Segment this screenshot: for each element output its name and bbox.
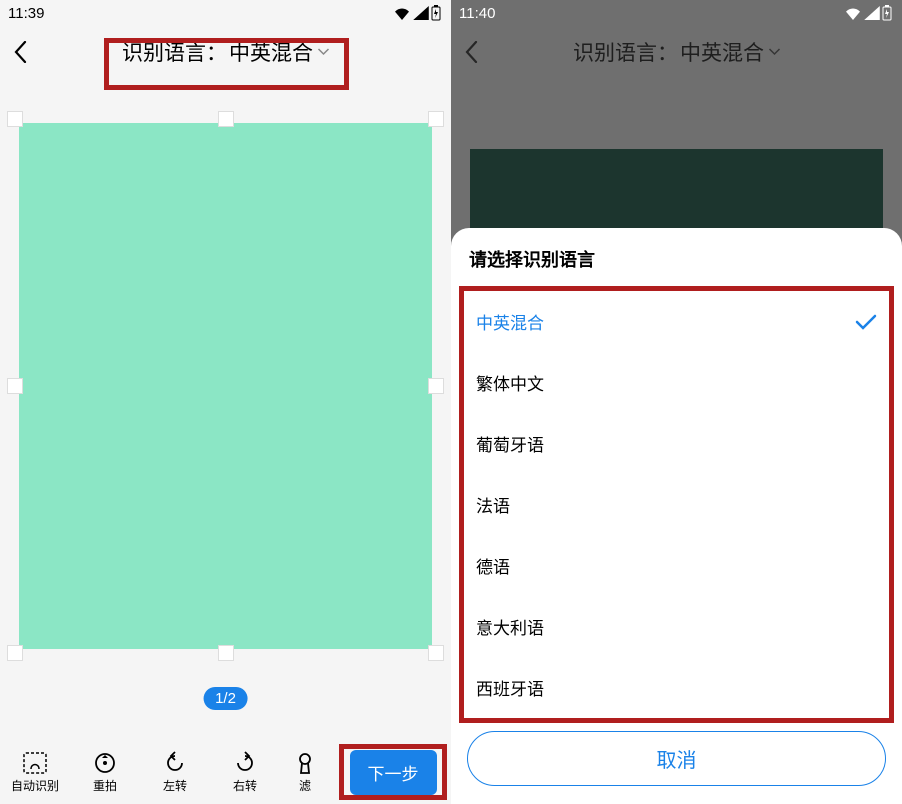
cancel-button[interactable]: 取消 [467, 731, 886, 786]
retake-button[interactable]: 重拍 [80, 751, 130, 794]
highlight-box-next: 下一步 [339, 744, 447, 800]
option-label: 葡萄牙语 [476, 431, 544, 456]
crop-handle-tr[interactable] [428, 111, 444, 127]
check-icon [855, 314, 877, 330]
language-value: 中英混合 [229, 37, 313, 67]
wifi-icon [844, 6, 862, 20]
status-time: 11:39 [8, 5, 44, 22]
rotate-right-button[interactable]: 右转 [220, 751, 270, 794]
option-it[interactable]: 意大利语 [464, 596, 889, 657]
rotate-right-label: 右转 [233, 777, 257, 794]
auto-detect-icon [22, 751, 48, 775]
option-es[interactable]: 西班牙语 [464, 657, 889, 718]
signal-icon [864, 6, 880, 20]
auto-detect-button[interactable]: 自动识别 [10, 751, 60, 794]
option-label: 意大利语 [476, 614, 544, 639]
retake-label: 重拍 [93, 777, 117, 794]
option-pt[interactable]: 葡萄牙语 [464, 413, 889, 474]
crop-handle-bl[interactable] [7, 645, 23, 661]
bottom-toolbar: 自动识别 重拍 左转 右转 滤 下一步 [0, 740, 451, 804]
retake-icon [92, 751, 118, 775]
crop-handle-br[interactable] [428, 645, 444, 661]
option-label: 西班牙语 [476, 675, 544, 700]
wifi-icon [393, 6, 411, 20]
auto-detect-label: 自动识别 [11, 777, 59, 794]
sheet-title: 请选择识别语言 [451, 228, 902, 286]
chevron-left-icon [13, 41, 27, 63]
crop-handle-tm[interactable] [218, 111, 234, 127]
crop-handle-bm[interactable] [218, 645, 234, 661]
filter-icon [294, 751, 316, 775]
option-label: 法语 [476, 492, 510, 517]
crop-stage[interactable] [9, 113, 442, 659]
rotate-right-icon [232, 751, 258, 775]
crop-image [19, 123, 432, 649]
rotate-left-button[interactable]: 左转 [150, 751, 200, 794]
option-fr[interactable]: 法语 [464, 474, 889, 535]
filter-button[interactable]: 滤 [290, 751, 320, 794]
option-zh-en-mix[interactable]: 中英混合 [464, 291, 889, 352]
option-label: 繁体中文 [476, 370, 544, 395]
status-bar: 11:39 [0, 0, 451, 26]
next-button[interactable]: 下一步 [350, 750, 437, 795]
rotate-left-icon [162, 751, 188, 775]
option-label: 德语 [476, 553, 510, 578]
option-zh-trad[interactable]: 繁体中文 [464, 352, 889, 413]
language-selector[interactable]: 识别语言： 中英混合 [122, 37, 329, 67]
battery-icon [882, 5, 892, 21]
option-label: 中英混合 [476, 309, 544, 334]
language-label: 识别语言： [122, 37, 227, 67]
screen-crop: 11:39 识别语言： 中英混合 [0, 0, 451, 804]
status-icons [393, 5, 441, 21]
status-icons [844, 5, 892, 21]
rotate-left-label: 左转 [163, 777, 187, 794]
crop-handle-ml[interactable] [7, 378, 23, 394]
page-indicator[interactable]: 1/2 [203, 687, 248, 710]
option-de[interactable]: 德语 [464, 535, 889, 596]
language-sheet: 请选择识别语言 中英混合 繁体中文 葡萄牙语 法语 德语 意大利语 西班牙语 取… [451, 228, 902, 804]
chevron-down-icon [317, 48, 329, 56]
crop-handle-tl[interactable] [7, 111, 23, 127]
battery-icon [431, 5, 441, 21]
header: 识别语言： 中英混合 [0, 26, 451, 78]
crop-handle-mr[interactable] [428, 378, 444, 394]
filter-label: 滤 [299, 777, 311, 794]
highlight-box-options: 中英混合 繁体中文 葡萄牙语 法语 德语 意大利语 西班牙语 [459, 286, 894, 723]
status-time: 11:40 [459, 5, 495, 22]
status-bar: 11:40 [451, 0, 902, 26]
screen-language-sheet: 11:40 识别语言： 中英混合 [451, 0, 902, 804]
back-button[interactable] [0, 32, 40, 72]
signal-icon [413, 6, 429, 20]
